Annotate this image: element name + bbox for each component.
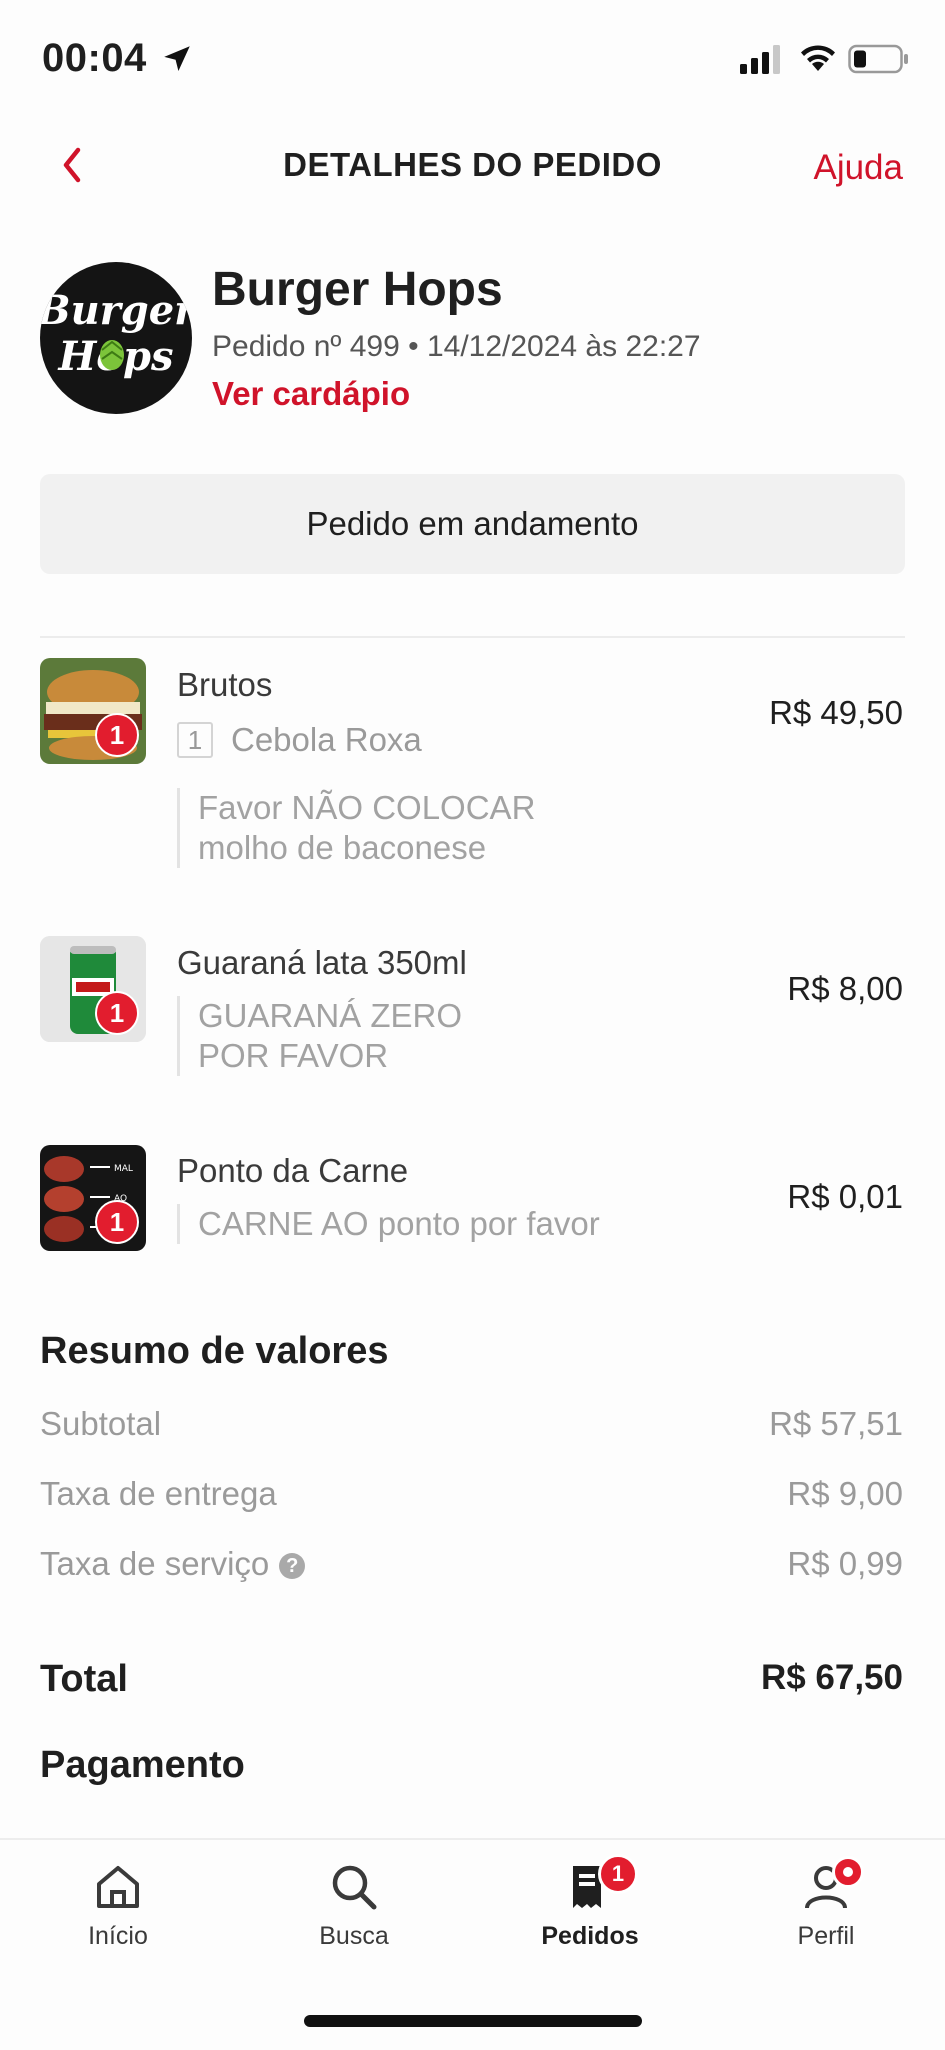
total-value: R$ 67,50 (760, 1658, 903, 1697)
store-logo[interactable]: Burger Hops (40, 262, 192, 414)
item-name: Ponto da Carne (177, 1152, 409, 1189)
page-title: DETALHES DO PEDIDO (283, 146, 662, 183)
addon-name: Cebola Roxa (231, 721, 422, 758)
tab-orders[interactable]: 1 Pedidos (510, 1854, 670, 1951)
order-meta: Pedido nº 499 • 14/12/2024 às 22:27 (212, 330, 701, 363)
summary-title: Resumo de valores (40, 1330, 389, 1372)
note-line: CARNE AO ponto por favor (198, 1205, 600, 1242)
payment-title: Pagamento (40, 1744, 245, 1786)
item-qty-badge: 1 (95, 991, 139, 1035)
item-price: R$ 0,01 (787, 1178, 903, 1215)
item-name: Brutos (177, 666, 273, 703)
home-indicator (304, 2015, 642, 2027)
home-icon (97, 1866, 139, 1908)
divider (40, 636, 905, 638)
note-line: POR FAVOR (198, 1037, 389, 1074)
item-note: Favor NÃO COLOCAR molho de baconese (177, 788, 535, 868)
status-time: 00:04 (42, 36, 147, 80)
logo-text-top: Burger (40, 287, 192, 334)
store-name: Burger Hops (212, 263, 503, 316)
hop-leaf-icon: Burger Hops (40, 287, 192, 380)
note-line: molho de baconese (198, 829, 487, 866)
item-note: GUARANÁ ZERO POR FAVOR (177, 996, 462, 1076)
item-price: R$ 8,00 (787, 970, 903, 1007)
note-line: GUARANÁ ZERO (198, 997, 463, 1034)
tab-search-label: Busca (319, 1922, 389, 1950)
location-arrow-icon (164, 46, 190, 72)
order-status-box: Pedido em andamento (40, 474, 905, 574)
tab-search[interactable]: Busca (274, 1862, 434, 1951)
note-line: Favor NÃO COLOCAR (198, 789, 536, 826)
orders-badge: 1 (598, 1854, 638, 1894)
svg-text:MAL: MAL (114, 1164, 133, 1174)
delivery-fee-label: Taxa de entrega (40, 1475, 277, 1512)
addon-qty: 1 (177, 722, 213, 758)
service-fee-row: Taxa de serviço? (40, 1545, 306, 1583)
tab-profile-label: Perfil (797, 1922, 855, 1950)
cellular-signal-icon (740, 45, 780, 74)
item-note: CARNE AO ponto por favor (177, 1204, 600, 1244)
service-fee-label: Taxa de serviço (40, 1545, 270, 1582)
total-label: Total (40, 1658, 128, 1700)
subtotal-value: R$ 57,51 (769, 1405, 903, 1442)
battery-icon (848, 44, 908, 74)
question-icon[interactable]: ? (279, 1553, 306, 1580)
search-icon (332, 1865, 377, 1910)
view-menu-link[interactable]: Ver cardápio (212, 375, 410, 413)
tab-orders-label: Pedidos (541, 1922, 639, 1950)
wifi-icon (801, 45, 835, 71)
item-price: R$ 49,50 (769, 694, 903, 731)
subtotal-label: Subtotal (40, 1405, 162, 1442)
tab-profile[interactable]: Perfil (746, 1856, 906, 1951)
delivery-fee-value: R$ 9,00 (787, 1475, 903, 1512)
service-fee-value: R$ 0,99 (787, 1545, 903, 1582)
item-name: Guaraná lata 350ml (177, 944, 467, 981)
tab-home[interactable]: Início (38, 1862, 198, 1951)
tab-home-label: Início (88, 1922, 148, 1950)
help-link[interactable]: Ajuda (813, 148, 903, 188)
item-qty-badge: 1 (95, 1200, 139, 1244)
item-qty-badge: 1 (95, 713, 139, 757)
profile-notification-dot-icon (832, 1856, 864, 1888)
